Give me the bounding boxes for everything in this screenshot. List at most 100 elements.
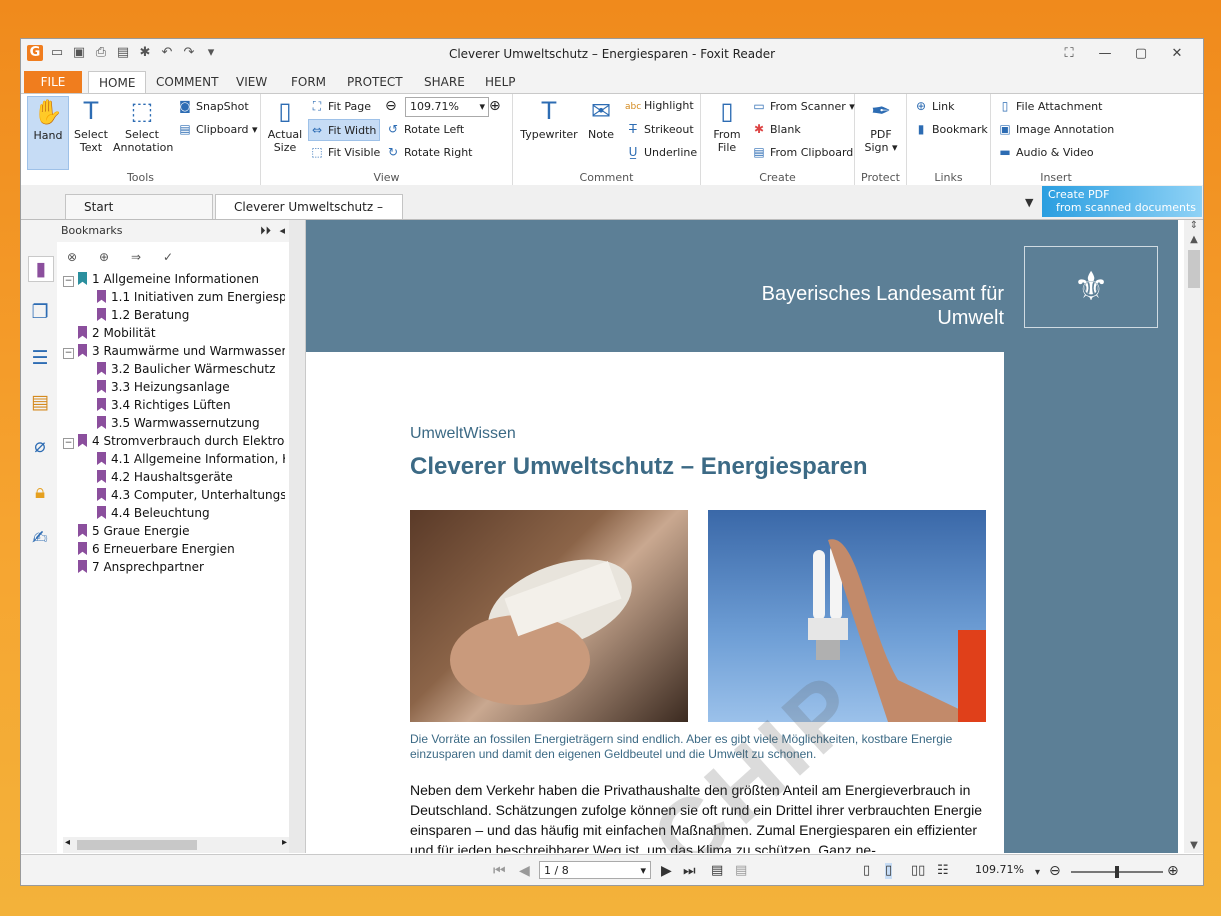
rotate-left-button[interactable]: ↺ Rotate Left <box>385 119 464 139</box>
page-number-select[interactable]: 1 / 8 ▾ <box>539 861 651 879</box>
bookmark-item[interactable]: 3.3 Heizungsanlage <box>97 378 230 396</box>
zoom-out-icon[interactable]: ⊖ <box>385 96 397 116</box>
bookmark-button[interactable]: ▮ Bookmark <box>913 119 988 139</box>
tab-share[interactable]: SHARE <box>414 71 475 93</box>
document-vertical-scrollbar[interactable]: ⇕ ▲ ▼ <box>1184 220 1203 853</box>
bookmark-item[interactable]: 3.5 Warmwassernutzung <box>97 414 260 432</box>
tab-current-document[interactable]: Cleverer Umweltschutz – ... ✕ <box>215 194 403 238</box>
first-page-icon[interactable]: ⏮ <box>493 863 506 879</box>
bookmark-item[interactable]: 1.1 Initiativen zum Energiesparen <box>97 288 285 306</box>
select-text-button[interactable]: T Select Text <box>71 96 111 154</box>
bookmark-item[interactable]: − 1 Allgemeine Informationen <box>63 270 259 288</box>
typewriter-button[interactable]: T Typewriter <box>519 96 579 141</box>
file-attachment-button[interactable]: ▯ File Attachment <box>997 96 1103 116</box>
highlight-button[interactable]: abc Highlight <box>625 96 694 116</box>
bookmark-item[interactable]: 2 Mobilität <box>63 324 156 342</box>
tab-list-dropdown-icon[interactable]: ▼ <box>1025 196 1033 209</box>
from-file-button[interactable]: ▯ From File <box>705 96 749 154</box>
security-lock-icon[interactable]: 🔒︎ <box>28 480 52 504</box>
bookmarks-panel-icon[interactable]: ▮ <box>28 256 54 282</box>
scroll-thumb[interactable] <box>77 840 197 850</box>
zoom-menu-icon[interactable]: ▾ <box>1035 865 1040 881</box>
close-button[interactable]: ✕ <box>1159 43 1195 65</box>
note-button[interactable]: ✉ Note <box>581 96 621 141</box>
image-annotation-button[interactable]: ▣ Image Annotation <box>997 119 1114 139</box>
collapse-toggle-icon[interactable]: − <box>63 438 74 449</box>
maximize-button[interactable]: ▢ <box>1123 43 1159 65</box>
facing-page-icon[interactable]: ▯▯ <box>911 863 925 879</box>
scroll-up-icon[interactable]: ▲ <box>1184 234 1203 245</box>
previous-page-icon[interactable]: ◀ <box>519 863 530 879</box>
page-layout-icon[interactable]: ▤ <box>711 863 723 879</box>
reflow-icon[interactable]: ▤ <box>735 863 747 879</box>
fit-width-button[interactable]: ⇔ Fit Width <box>308 119 381 141</box>
from-scanner-button[interactable]: ▭ From Scanner ▾ <box>751 96 854 116</box>
check-bookmark-icon[interactable]: ✓ <box>163 250 177 264</box>
collapse-toggle-icon[interactable]: − <box>63 348 74 359</box>
last-page-icon[interactable]: ⏭ <box>683 863 696 879</box>
scroll-left-icon[interactable]: ◂ <box>65 837 70 848</box>
tab-help[interactable]: HELP <box>475 71 526 93</box>
attachments-panel-icon[interactable]: ⌀ <box>28 434 52 458</box>
bookmark-item[interactable]: 3.2 Baulicher Wärmeschutz <box>97 360 275 378</box>
add-bookmark-icon[interactable]: ⊕ <box>99 250 113 264</box>
bookmark-item[interactable]: − 4 Stromverbrauch durch Elektrogeräte <box>63 432 285 450</box>
link-button[interactable]: ⊕ Link <box>913 96 955 116</box>
scroll-right-icon[interactable]: ▸ <box>282 837 287 848</box>
status-zoom-out-icon[interactable]: ⊖ <box>1049 863 1061 879</box>
bookmark-item[interactable]: 7 Ansprechpartner <box>63 558 204 576</box>
bookmark-item[interactable]: 4.1 Allgemeine Information, Kennzeichnun… <box>97 450 285 468</box>
single-page-icon[interactable]: ▯ <box>863 863 870 879</box>
continuous-facing-icon[interactable]: ☷ <box>937 863 949 879</box>
vertical-scroll-thumb[interactable] <box>1188 250 1200 288</box>
expand-panel-icon[interactable]: ⏵⏵ <box>260 220 271 242</box>
from-clipboard-button[interactable]: ▤ From Clipboard <box>751 142 853 162</box>
blank-button[interactable]: ✱ Blank <box>751 119 801 139</box>
bookmark-item[interactable]: 4.4 Beleuchtung <box>97 504 210 522</box>
panel-splitter[interactable] <box>289 220 306 853</box>
split-view-icon[interactable]: ⇕ <box>1184 220 1203 231</box>
strikeout-button[interactable]: T̶ Strikeout <box>625 119 693 139</box>
bookmark-item[interactable]: 1.2 Beratung <box>97 306 189 324</box>
select-annotation-button[interactable]: ⬚ Select Annotation <box>113 96 173 154</box>
rotate-right-button[interactable]: ↻ Rotate Right <box>385 142 473 162</box>
actual-size-button[interactable]: ▯ Actual Size <box>267 96 303 154</box>
document-view[interactable]: Bayerisches Landesamt für Umwelt UmweltW… <box>306 220 1178 853</box>
snapshot-button[interactable]: ◙ SnapShot <box>177 96 249 116</box>
tab-comment[interactable]: COMMENT <box>146 71 228 93</box>
tab-protect[interactable]: PROTECT <box>337 71 413 93</box>
fit-page-button[interactable]: ⛶ Fit Page <box>309 96 371 116</box>
bookmark-item[interactable]: − 3 Raumwärme und Warmwasser <box>63 342 285 360</box>
zoom-slider-knob[interactable] <box>1115 866 1119 878</box>
bookmark-item[interactable]: 4.2 Haushaltsgeräte <box>97 468 233 486</box>
scroll-down-icon[interactable]: ▼ <box>1184 840 1203 851</box>
layers-panel-icon[interactable]: ☰ <box>28 346 52 370</box>
delete-bookmark-icon[interactable]: ⊗ <box>67 250 81 264</box>
collapse-toggle-icon[interactable]: − <box>63 276 74 287</box>
tab-view[interactable]: VIEW <box>226 71 277 93</box>
clipboard-button[interactable]: ▤ Clipboard ▾ <box>177 119 257 139</box>
underline-button[interactable]: U̲ Underline <box>625 142 698 162</box>
audio-video-button[interactable]: ▬ Audio & Video <box>997 142 1093 162</box>
zoom-select[interactable]: 109.71% ▾ <box>405 97 489 117</box>
minimize-button[interactable]: — <box>1087 43 1123 65</box>
collapse-panel-icon[interactable]: ◂ <box>279 220 285 242</box>
next-page-icon[interactable]: ▶ <box>661 863 672 879</box>
tab-home[interactable]: HOME <box>88 71 147 94</box>
pages-panel-icon[interactable]: ❐ <box>28 300 52 324</box>
create-pdf-banner[interactable]: Create PDF from scanned documents <box>1042 186 1202 217</box>
bookmark-horizontal-scrollbar[interactable]: ◂ ▸ <box>63 837 289 853</box>
tab-form[interactable]: FORM <box>281 71 336 93</box>
hand-button[interactable]: ✋ Hand <box>27 96 69 170</box>
continuous-page-icon[interactable]: ▯ <box>885 863 893 879</box>
status-zoom-in-icon[interactable]: ⊕ <box>1167 863 1179 879</box>
signatures-panel-icon[interactable]: ✍ <box>28 526 52 550</box>
zoom-slider[interactable] <box>1071 866 1163 878</box>
tab-start[interactable]: Start <box>65 194 213 219</box>
bookmark-item[interactable]: 6 Erneuerbare Energien <box>63 540 235 558</box>
fullscreen-icon[interactable]: ⛶ <box>1051 43 1087 65</box>
fit-visible-button[interactable]: ⬚ Fit Visible <box>309 142 380 162</box>
pdf-sign-button[interactable]: ✒ PDF Sign ▾ <box>859 96 903 154</box>
move-bookmark-icon[interactable]: ⇒ <box>131 250 145 264</box>
bookmark-item[interactable]: 4.3 Computer, Unterhaltungselektronik <box>97 486 285 504</box>
